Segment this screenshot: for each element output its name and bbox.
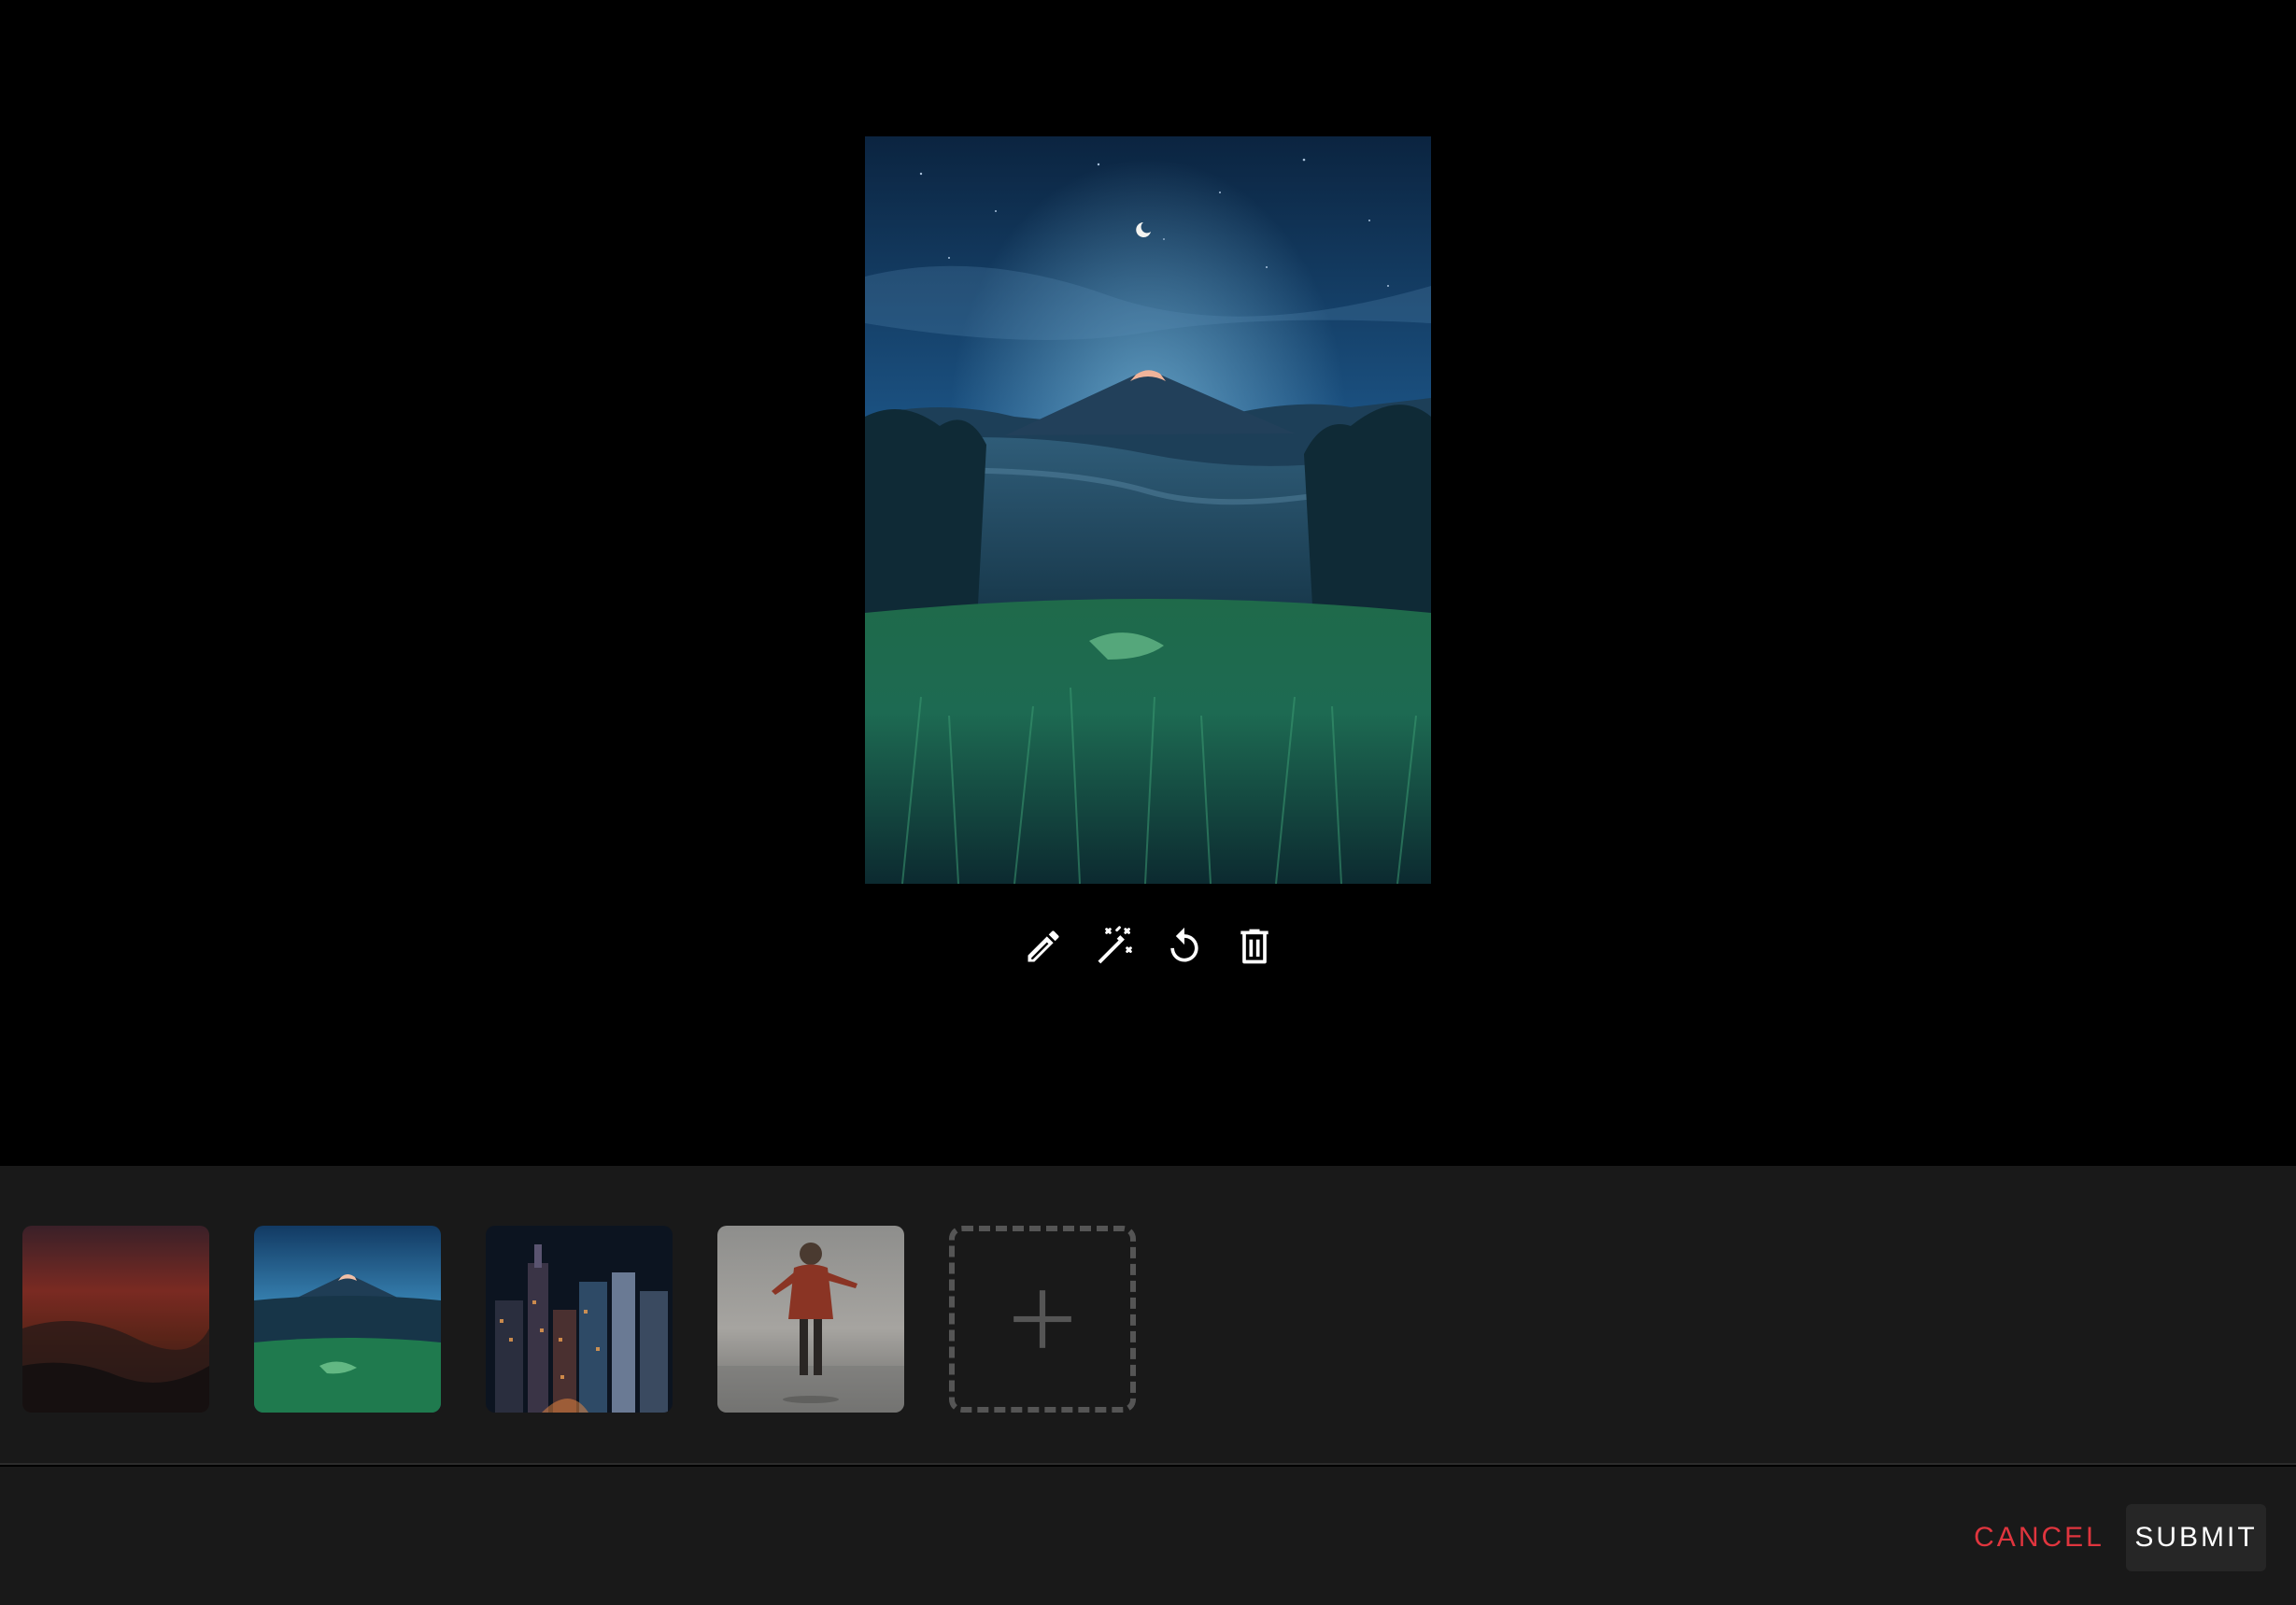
enhance-button[interactable] [1088,921,1139,972]
magic-wand-icon [1098,926,1133,964]
plus-icon [1013,1290,1071,1348]
rotate-icon [1169,927,1198,962]
dialog-footer: CANCEL SUBMIT [0,1467,2296,1605]
preview-stage [0,0,2296,1166]
thumbnail-strip [0,1166,2296,1465]
thumbnail-3[interactable] [486,1226,673,1413]
delete-button[interactable] [1229,921,1280,972]
image-toolbar [1018,921,1280,972]
pencil-icon [1028,930,1059,962]
preview-image [865,136,1431,884]
city-skyline-night-illustration [486,1226,673,1413]
submit-button[interactable]: SUBMIT [2126,1504,2266,1571]
trash-icon [1240,929,1268,964]
cancel-button[interactable]: CANCEL [1969,1504,2109,1571]
thumbnail-4[interactable] [717,1226,904,1413]
thumbnail-2[interactable] [254,1226,441,1413]
thumbnail-1[interactable] [22,1226,209,1413]
edit-button[interactable] [1018,921,1069,972]
rotate-button[interactable] [1159,921,1210,972]
person-on-beach-illustration [717,1226,904,1413]
red-sunset-sky-illustration [22,1226,209,1413]
night-mountain-landscape-illustration [865,136,1431,884]
night-mountain-thumbnail-illustration [254,1226,441,1413]
add-image-button[interactable] [949,1226,1136,1413]
image-editor: CANCEL SUBMIT [0,0,2296,1605]
